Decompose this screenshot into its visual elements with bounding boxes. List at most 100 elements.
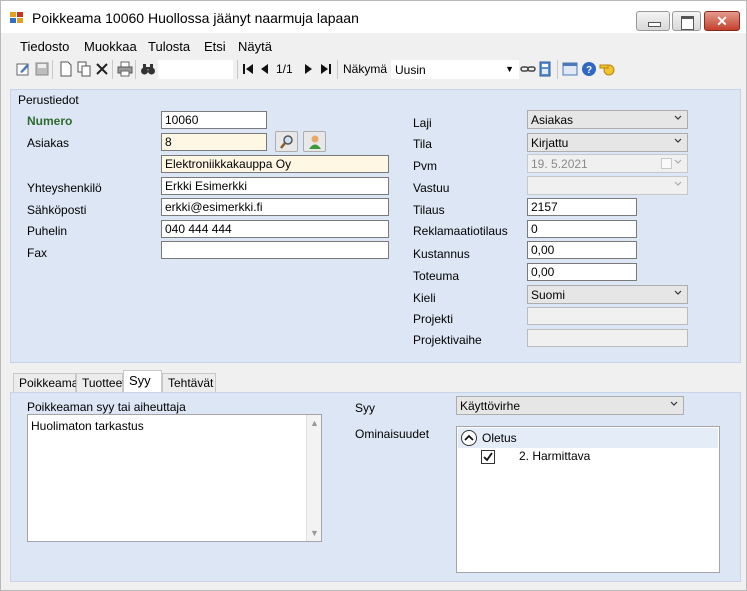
menu-muokkaa[interactable]: Muokkaa xyxy=(84,39,137,54)
project-phase-field[interactable] xyxy=(527,329,688,347)
tab-poikkeama[interactable]: Poikkeama xyxy=(13,373,78,392)
window-title: Poikkeama 10060 Huollossa jäänyt naarmuj… xyxy=(32,10,359,26)
view-label: Näkymä xyxy=(343,62,388,76)
toolbar-separator xyxy=(237,60,238,79)
new-document-icon[interactable] xyxy=(58,61,74,77)
customer-field[interactable]: 8 xyxy=(161,133,267,151)
cause-scrollbar[interactable]: ▲ ▼ xyxy=(306,415,321,541)
find-binoculars-icon[interactable] xyxy=(140,61,156,77)
minimize-button[interactable] xyxy=(636,11,670,31)
type-select-value: Asiakas xyxy=(531,113,574,127)
app-icon xyxy=(10,12,23,23)
basic-info-panel: Perustiedot Numero 10060 Asiakas 8 Elekt… xyxy=(10,89,741,363)
chevron-down-icon xyxy=(674,115,682,120)
scroll-up-icon[interactable]: ▲ xyxy=(310,418,319,428)
syy-select[interactable]: Käyttövirhe xyxy=(456,396,684,415)
view-select-value: Uusin xyxy=(395,63,426,77)
previous-record-icon[interactable] xyxy=(257,61,273,77)
customer-search-button[interactable] xyxy=(275,131,298,152)
date-picker-value: 19. 5.2021 xyxy=(531,157,588,171)
delete-icon[interactable] xyxy=(94,61,110,77)
close-button[interactable]: ✕ xyxy=(704,11,740,31)
menu-tiedosto[interactable]: Tiedosto xyxy=(20,39,69,54)
last-record-icon[interactable] xyxy=(318,61,334,77)
tab-syy[interactable]: Syy xyxy=(123,370,162,392)
calendar-icon xyxy=(661,158,672,169)
type-select[interactable]: Asiakas xyxy=(527,110,688,129)
record-counter: 1/1 xyxy=(276,62,293,76)
print-icon[interactable] xyxy=(117,61,133,77)
chevron-down-icon xyxy=(674,159,682,164)
chevron-down-icon xyxy=(670,401,678,406)
title-bar: Poikkeama 10060 Huollossa jäänyt naarmuj… xyxy=(1,1,746,33)
help-icon[interactable]: ? xyxy=(581,61,597,77)
phone-label: Puhelin xyxy=(27,224,68,238)
date-picker[interactable]: 19. 5.2021 xyxy=(527,154,688,173)
toolbar-separator xyxy=(112,60,113,79)
project-field[interactable] xyxy=(527,307,688,325)
collapse-toggle-icon[interactable] xyxy=(461,430,477,446)
language-select-value: Suomi xyxy=(531,288,566,302)
chevron-down-icon xyxy=(674,138,682,143)
search-input[interactable] xyxy=(158,60,233,79)
language-label: Kieli xyxy=(413,291,436,305)
status-select[interactable]: Kirjattu xyxy=(527,133,688,152)
tab-tuotteet[interactable]: Tuotteet xyxy=(76,373,126,392)
chevron-down-icon xyxy=(674,181,682,186)
cost-field[interactable]: 0,00 xyxy=(527,241,637,259)
tab-tehtavat[interactable]: Tehtävät xyxy=(162,373,216,392)
customer-card-button[interactable] xyxy=(303,131,326,152)
first-record-icon[interactable] xyxy=(240,61,256,77)
next-record-icon[interactable] xyxy=(300,61,316,77)
window: Poikkeama 10060 Huollossa jäänyt naarmuj… xyxy=(0,0,747,591)
cause-area-label: Poikkeaman syy tai aiheuttaja xyxy=(27,400,186,414)
menu-nayta[interactable]: Näytä xyxy=(238,39,272,54)
close-icon: ✕ xyxy=(716,13,728,29)
view-select[interactable]: Uusin ▼ xyxy=(391,60,519,79)
email-field[interactable]: erkki@esimerkki.fi xyxy=(161,198,389,216)
edit-icon[interactable] xyxy=(15,61,31,77)
menu-etsi[interactable]: Etsi xyxy=(204,39,226,54)
claim-order-field[interactable]: 0 xyxy=(527,220,637,238)
language-select[interactable]: Suomi xyxy=(527,285,688,304)
project-label: Projekti xyxy=(413,312,454,326)
project-phase-label: Projektivaihe xyxy=(413,333,482,347)
chevron-up-icon xyxy=(464,434,474,441)
calculator-icon[interactable] xyxy=(537,61,553,77)
email-label: Sähköposti xyxy=(27,203,87,217)
save-icon[interactable] xyxy=(34,61,50,77)
status-label: Tila xyxy=(413,137,432,151)
window-icon[interactable] xyxy=(562,61,578,77)
cause-textarea[interactable]: Huolimaton tarkastus ▲ ▼ xyxy=(27,414,322,542)
link-icon[interactable] xyxy=(520,61,536,77)
copy-icon[interactable] xyxy=(76,61,92,77)
owner-label: Vastuu xyxy=(413,181,450,195)
cause-textarea-value: Huolimaton tarkastus xyxy=(31,419,144,433)
number-field[interactable]: 10060 xyxy=(161,111,267,129)
maximize-button[interactable] xyxy=(672,11,701,31)
actual-field[interactable]: 0,00 xyxy=(527,263,637,281)
key-icon[interactable] xyxy=(599,61,615,77)
order-field[interactable]: 2157 xyxy=(527,198,637,216)
toolbar-separator xyxy=(135,60,136,79)
chevron-down-icon xyxy=(674,290,682,295)
property-checkbox[interactable] xyxy=(481,450,495,464)
customer-name-field[interactable]: Elektroniikkakauppa Oy xyxy=(161,155,389,173)
actual-label: Toteuma xyxy=(413,269,460,283)
toolbar: 1/1 Näkymä Uusin ▼ ? xyxy=(5,57,743,82)
cause-tab-panel: Poikkeaman syy tai aiheuttaja Huolimaton… xyxy=(10,392,741,582)
menu-tulosta[interactable]: Tulosta xyxy=(148,39,190,54)
menu-bar: Tiedosto Muokkaa Tulosta Etsi Näytä xyxy=(1,35,746,57)
owner-select[interactable] xyxy=(527,176,688,195)
property-group-header[interactable]: Oletus xyxy=(458,428,718,448)
claim-order-label: Reklamaatiotilaus xyxy=(413,224,508,238)
fax-field[interactable] xyxy=(161,241,389,259)
syy-select-value: Käyttövirhe xyxy=(460,399,521,413)
scroll-down-icon[interactable]: ▼ xyxy=(310,528,319,538)
order-label: Tilaus xyxy=(413,203,445,217)
properties-list: Oletus 2. Harmittava xyxy=(456,426,720,573)
toolbar-separator xyxy=(557,60,558,79)
contact-field[interactable]: Erkki Esimerkki xyxy=(161,177,389,195)
phone-field[interactable]: 040 444 444 xyxy=(161,220,389,238)
toolbar-separator xyxy=(337,60,338,79)
